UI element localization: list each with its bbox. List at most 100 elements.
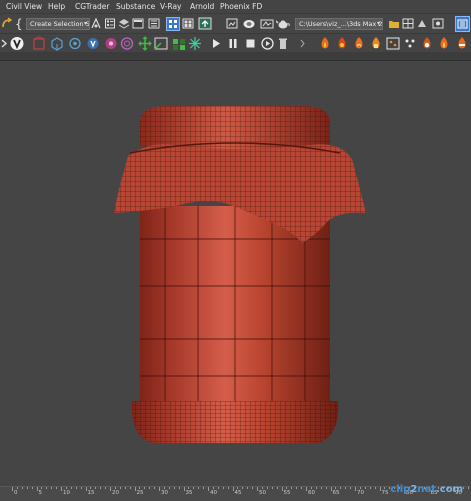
timeline-minor-tick: [21, 487, 23, 489]
timeline-minor-tick: [80, 487, 82, 489]
timeline-tick-label: 65: [332, 490, 340, 496]
schematic-view-icon[interactable]: [166, 17, 180, 31]
perspective-viewport[interactable]: [0, 61, 471, 486]
timeline-minor-tick: [75, 487, 77, 489]
toggle-scene-explorer-icon[interactable]: [104, 17, 116, 30]
phoenix-dots-icon[interactable]: [403, 36, 417, 51]
project-path-dropdown[interactable]: C:\Users\viz_...\3ds Max 202 ▾: [295, 18, 383, 30]
vray-light-icon[interactable]: [50, 36, 64, 51]
timeline-tick: [159, 487, 160, 491]
timeline-minor-tick: [374, 487, 376, 489]
pause-icon[interactable]: [227, 36, 239, 51]
toggle-layer-explorer-icon[interactable]: [118, 17, 130, 30]
render-icon[interactable]: [242, 17, 256, 30]
timeline-minor-tick: [178, 487, 180, 489]
timeline-minor-tick: [242, 487, 244, 489]
phoenix-ocean-icon[interactable]: [352, 36, 366, 51]
watermark-part-c: net: [417, 484, 436, 495]
timeline-tick-label: 70: [357, 490, 364, 496]
viewport-canvas: [114, 105, 366, 443]
phoenix-source-icon[interactable]: [369, 36, 383, 51]
teapot-icon[interactable]: [276, 17, 290, 30]
vray-proxy-icon[interactable]: [86, 36, 100, 51]
timeline-minor-tick: [203, 487, 205, 489]
timeline-minor-tick: [124, 487, 126, 489]
menu-item-vray[interactable]: V-Ray: [160, 2, 181, 11]
timeline-tick: [355, 487, 356, 491]
timeline-minor-tick: [105, 487, 107, 489]
snap-icon[interactable]: [432, 17, 444, 30]
curve-editor-icon[interactable]: [148, 17, 160, 30]
brace-icon[interactable]: {: [14, 17, 24, 30]
vray-sphere-icon[interactable]: [120, 36, 134, 51]
render-interactive-icon[interactable]: [261, 36, 274, 51]
timeline-minor-tick: [51, 487, 53, 489]
vray-logo-icon[interactable]: [10, 36, 24, 51]
timeline-minor-tick: [139, 487, 141, 489]
chevron-icon[interactable]: [0, 37, 8, 50]
jar-base-wireframe: [131, 401, 339, 443]
timeline-minor-tick: [163, 487, 165, 489]
timeline-minor-tick: [16, 487, 18, 489]
jar-model[interactable]: [114, 105, 366, 443]
timeline-minor-tick: [154, 487, 156, 489]
toggle-ribbon-icon[interactable]: [132, 17, 144, 30]
timeline-minor-tick: [335, 487, 337, 489]
menu-bar: Civil View Help CGTrader Substance V-Ray…: [0, 0, 471, 13]
phoenix-smoke-icon[interactable]: [437, 36, 451, 51]
undo-redo-icon[interactable]: [1, 17, 13, 30]
play-icon[interactable]: [210, 36, 222, 51]
timeline-minor-tick: [227, 487, 229, 489]
stop-icon[interactable]: [244, 36, 256, 51]
vray-camera-icon[interactable]: [68, 36, 82, 51]
vray-sun-icon[interactable]: [188, 36, 202, 51]
menu-item-civil-view[interactable]: Civil View: [6, 2, 42, 11]
vray-fur-icon[interactable]: [104, 36, 118, 51]
timeline-tick-label: 50: [259, 490, 266, 496]
selection-set-label: Create Selection Se: [30, 20, 90, 28]
phoenix-particle-icon[interactable]: [386, 36, 400, 51]
teapot-render-icon[interactable]: [260, 17, 274, 30]
menu-item-arnold[interactable]: Arnold: [190, 2, 214, 11]
phoenix-simulate-icon[interactable]: [455, 36, 469, 51]
timeline-tick-label: 55: [283, 490, 291, 496]
trash-icon[interactable]: [277, 36, 289, 51]
watermark-logo: clip2net.com: [390, 484, 463, 495]
vray-frame-buffer-icon[interactable]: [154, 36, 168, 51]
folder-icon[interactable]: [388, 17, 400, 30]
phoenix-foam-icon[interactable]: [420, 36, 434, 51]
vray-grid-icon[interactable]: [172, 36, 186, 51]
menu-item-help[interactable]: Help: [48, 2, 65, 11]
viewport-shading-icon[interactable]: [402, 17, 414, 30]
timeline-tick: [12, 487, 13, 491]
vray-material-icon[interactable]: [32, 36, 46, 51]
timeline-tick-label: 25: [136, 490, 144, 496]
timeline-minor-tick: [100, 487, 102, 489]
material-editor-icon[interactable]: [182, 17, 194, 30]
phoenix-fire-icon[interactable]: [318, 36, 332, 51]
named-selection-icon[interactable]: [90, 17, 102, 30]
selection-set-dropdown[interactable]: Create Selection Se ▾: [26, 18, 90, 30]
toolbar-separator: [0, 52, 471, 61]
timeline-minor-tick: [95, 487, 97, 489]
move-gizmo-icon[interactable]: [138, 36, 152, 51]
menu-item-substance[interactable]: Substance: [116, 2, 155, 11]
timeline-minor-tick: [266, 487, 268, 489]
timeline-minor-tick: [26, 487, 28, 489]
rendered-frame-window-icon[interactable]: [226, 17, 238, 30]
render-setup-icon[interactable]: [198, 17, 212, 30]
menu-item-phoenix-fd[interactable]: Phoenix FD: [220, 2, 262, 11]
phoenix-liquid-icon[interactable]: [335, 36, 349, 51]
timeline-minor-tick: [310, 487, 312, 489]
timeline-tick: [379, 487, 381, 491]
active-tool-icon[interactable]: [455, 16, 470, 32]
timeline-minor-tick: [193, 487, 195, 489]
timeline-minor-tick: [212, 487, 214, 489]
project-icon[interactable]: [416, 17, 428, 30]
timeline-tick: [281, 487, 283, 491]
timeline-minor-tick: [188, 487, 190, 489]
timeline-tick-label: 40: [210, 490, 217, 496]
timeline-minor-tick: [252, 487, 254, 489]
timeline-tick-label: 35: [185, 490, 193, 496]
menu-item-cgtrader[interactable]: CGTrader: [75, 2, 109, 11]
